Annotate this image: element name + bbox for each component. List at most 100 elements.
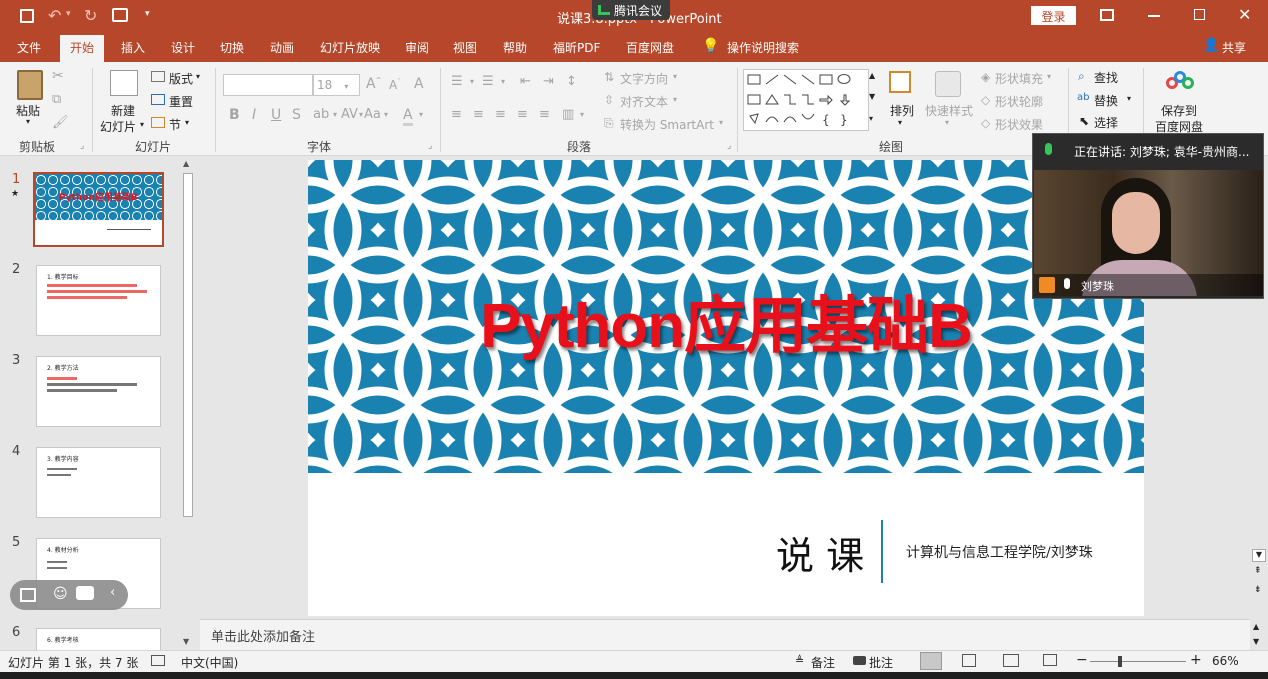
paste-dropdown-icon[interactable]: ▾ xyxy=(26,117,30,126)
increase-font-size-icon[interactable]: A^ xyxy=(366,76,381,92)
next-slide-icon[interactable]: ⇟ xyxy=(1254,585,1262,595)
customize-toolbar-icon[interactable]: ▾ xyxy=(145,9,150,19)
text-direction-icon[interactable]: ⇅ xyxy=(604,70,614,84)
section-dropdown-icon[interactable]: ▾ xyxy=(185,118,189,127)
slide-canvas[interactable]: Python应用基础B 说 课 计算机与信息工程学院/刘梦珠 xyxy=(308,160,1144,616)
line-spacing-icon[interactable]: ↕ xyxy=(566,74,577,89)
font-size-input[interactable]: 18 ▾ xyxy=(313,74,360,96)
scroll-thumb[interactable] xyxy=(183,173,193,517)
slide-thumbnail-3[interactable]: 2. 教学方法 xyxy=(36,356,161,427)
login-button[interactable]: 登录 xyxy=(1031,6,1076,25)
convert-smartart-icon[interactable]: ⎘ xyxy=(604,116,614,131)
paragraph-dialog-launcher-icon[interactable]: ⌟ xyxy=(727,141,731,151)
tab-home[interactable]: 开始 xyxy=(60,35,105,62)
tab-foxit-pdf[interactable]: 福昕PDF xyxy=(553,39,600,56)
font-color-icon[interactable]: A xyxy=(403,107,413,126)
paste-icon[interactable] xyxy=(17,70,43,100)
shapes-scroll-down-icon[interactable]: ▼ xyxy=(869,92,875,101)
text-direction-dropdown-icon[interactable]: ▾ xyxy=(673,72,677,81)
zoom-slider[interactable] xyxy=(1090,656,1186,667)
grid-view-icon[interactable] xyxy=(20,588,36,602)
notes-placeholder[interactable]: 单击此处添加备注 xyxy=(211,626,315,645)
zoom-slider-thumb[interactable] xyxy=(1118,656,1122,667)
scroll-down-icon[interactable]: ▼ xyxy=(1252,549,1266,562)
section-icon[interactable] xyxy=(151,117,165,128)
numbering-icon[interactable]: ☰ xyxy=(482,74,494,89)
tab-transitions[interactable]: 切换 xyxy=(220,39,244,56)
ribbon-display-options-icon[interactable] xyxy=(1100,9,1114,21)
shape-outline-icon[interactable]: ◇ xyxy=(981,93,990,107)
numbering-dropdown-icon[interactable]: ▾ xyxy=(501,77,505,86)
comments-button[interactable]: 批注 xyxy=(869,654,893,671)
slide-title[interactable]: Python应用基础B xyxy=(308,275,1144,365)
select-button[interactable]: 选择 xyxy=(1094,114,1118,131)
meeting-indicator[interactable]: 腾讯会议 xyxy=(592,0,671,20)
font-color-dropdown-icon[interactable]: ▾ xyxy=(419,110,423,119)
quick-styles-dropdown-icon[interactable]: ▾ xyxy=(945,118,949,127)
convert-smartart-dropdown-icon[interactable]: ▾ xyxy=(719,118,723,127)
tab-help[interactable]: 帮助 xyxy=(503,39,527,56)
strikethrough-icon[interactable]: S xyxy=(292,107,301,123)
new-slide-icon[interactable] xyxy=(110,70,138,96)
shape-effects-button[interactable]: 形状效果 xyxy=(995,116,1043,133)
collapse-icon[interactable]: ‹ xyxy=(110,585,115,600)
arrange-button[interactable]: 排列 xyxy=(890,102,914,119)
decrease-indent-icon[interactable]: ⇤ xyxy=(520,74,531,89)
minimize-icon[interactable] xyxy=(1148,15,1160,17)
justify-icon[interactable]: ≡ xyxy=(517,107,528,122)
shape-effects-icon[interactable]: ◇ xyxy=(981,116,990,130)
italic-icon[interactable]: I xyxy=(252,107,256,123)
distribute-icon[interactable]: ≡ xyxy=(539,107,550,122)
notes-pane[interactable]: 单击此处添加备注 ▲ ▼ xyxy=(200,619,1259,650)
share-button[interactable]: 共享 xyxy=(1222,39,1246,56)
close-icon[interactable]: ✕ xyxy=(1238,5,1251,24)
quick-styles-icon[interactable] xyxy=(935,71,961,97)
slide-thumbnail-pane[interactable]: 1 ★ Python应用基础B 2 1. 教学目标 3 2. 教学方法 4 3.… xyxy=(0,157,198,650)
undo-dropdown-icon[interactable]: ▾ xyxy=(66,9,71,19)
comments-icon[interactable] xyxy=(853,656,866,665)
restore-icon[interactable] xyxy=(1194,9,1205,20)
section-button[interactable]: 节 xyxy=(169,116,181,133)
align-text-dropdown-icon[interactable]: ▾ xyxy=(673,95,677,104)
tab-baidu-disk[interactable]: 百度网盘 xyxy=(626,39,674,56)
zoom-out-button[interactable]: − xyxy=(1076,652,1088,668)
layout-dropdown-icon[interactable]: ▾ xyxy=(196,72,200,81)
presentation-icon[interactable] xyxy=(112,8,128,22)
slide-thumbnail-1[interactable]: Python应用基础B xyxy=(33,172,164,247)
slideshow-view-icon[interactable] xyxy=(1043,654,1057,666)
chat-icon[interactable] xyxy=(76,586,94,600)
slide-subtitle[interactable]: 说 课 xyxy=(776,525,864,580)
notes-toggle-button[interactable]: 备注 xyxy=(811,654,835,671)
thumbnail-scrollbar[interactable]: ▲ ▼ xyxy=(180,159,196,649)
change-case-icon[interactable]: AV xyxy=(341,107,358,122)
convert-smartart-button[interactable]: 转换为 SmartArt xyxy=(620,116,714,133)
save-to-baidu-button[interactable]: 保存到 xyxy=(1161,102,1197,119)
dialog-launcher-icon[interactable]: ⌟ xyxy=(80,141,84,151)
clear-formatting-icon[interactable]: A xyxy=(414,76,424,92)
new-slide-dropdown-icon[interactable]: ▾ xyxy=(140,120,144,129)
align-right-icon[interactable]: ≡ xyxy=(495,107,506,122)
slide-thumbnail-6[interactable]: 6. 教学考核 xyxy=(36,628,161,650)
share-icon[interactable]: 👤 xyxy=(1203,38,1219,53)
tab-animations[interactable]: 动画 xyxy=(270,39,294,56)
previous-slide-icon[interactable]: ⇞ xyxy=(1254,566,1262,576)
scroll-down-icon[interactable]: ▼ xyxy=(183,637,189,646)
text-case-dropdown-icon[interactable]: ▾ xyxy=(384,110,388,119)
shapes-scroll-up-icon[interactable]: ▲ xyxy=(869,71,875,80)
layout-icon[interactable] xyxy=(151,71,165,82)
select-icon[interactable]: ⬉ xyxy=(1079,114,1089,128)
arrange-dropdown-icon[interactable]: ▾ xyxy=(898,118,902,127)
baidu-disk-icon[interactable] xyxy=(1166,71,1194,93)
find-icon[interactable]: ⌕ xyxy=(1078,69,1085,84)
tab-file[interactable]: 文件 xyxy=(17,39,41,56)
notes-toggle-icon[interactable]: ≜ xyxy=(795,654,804,667)
align-left-icon[interactable]: ≡ xyxy=(451,107,462,122)
meeting-video-window[interactable]: 正在讲话: 刘梦珠; 袁华-贵州商... 刘梦珠 xyxy=(1032,133,1264,299)
reset-icon[interactable] xyxy=(151,94,165,105)
align-center-icon[interactable]: ≡ xyxy=(473,107,484,122)
spell-check-icon[interactable] xyxy=(151,655,165,666)
columns-icon[interactable]: ▥ xyxy=(562,107,574,122)
undo-icon[interactable]: ↶ xyxy=(48,6,61,25)
bold-icon[interactable]: B xyxy=(229,107,240,123)
reset-button[interactable]: 重置 xyxy=(169,93,193,110)
